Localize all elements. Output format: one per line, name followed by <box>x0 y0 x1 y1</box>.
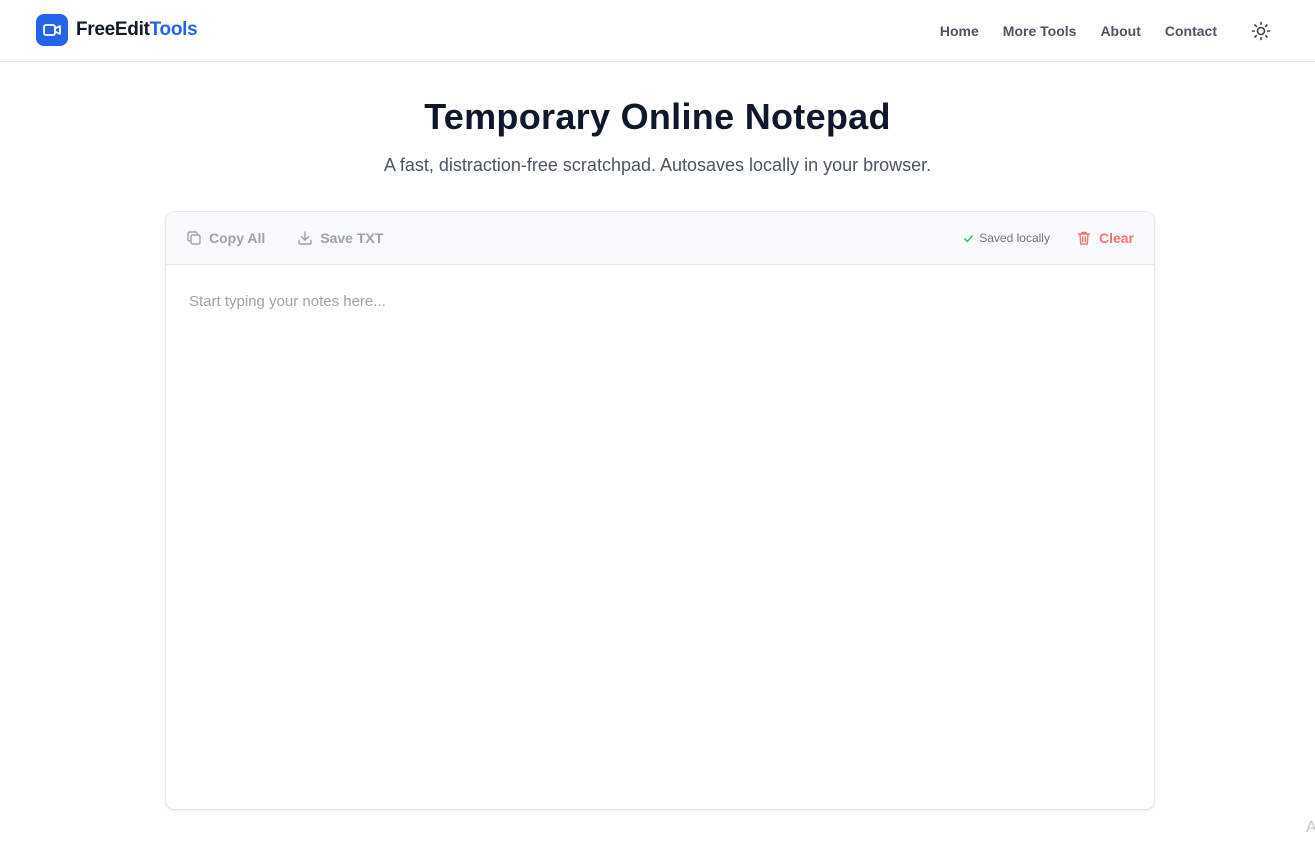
check-icon <box>964 234 974 242</box>
nav-link-home[interactable]: Home <box>940 23 979 39</box>
clear-button[interactable]: Clear <box>1076 230 1134 246</box>
download-icon <box>298 231 312 245</box>
top-navigation: FreeEditTools Home More Tools About Cont… <box>0 0 1315 62</box>
copy-all-button[interactable]: Copy All <box>186 230 265 246</box>
page-title: Temporary Online Notepad <box>424 96 891 137</box>
save-txt-button[interactable]: Save TXT <box>297 230 383 246</box>
theme-toggle-button[interactable] <box>1247 17 1275 45</box>
brand-name: FreeEditTools <box>76 19 198 41</box>
page-subtitle: A fast, distraction-free scratchpad. Aut… <box>383 155 932 175</box>
notes-textarea[interactable] <box>166 265 1154 809</box>
nav-link-more-tools[interactable]: More Tools <box>1003 23 1077 39</box>
brand-link[interactable]: FreeEditTools <box>36 14 198 46</box>
save-status: Saved locally <box>963 231 1050 245</box>
brand-name-part1: FreeEdit <box>76 19 150 40</box>
copy-icon <box>187 231 201 245</box>
notepad-card: Copy All Save TXT Saved locally Clear <box>165 211 1155 810</box>
nav-link-about[interactable]: About <box>1100 23 1140 39</box>
corner-text: A <box>1306 819 1315 836</box>
video-camera-icon <box>36 14 68 46</box>
brand-name-part2: Tools <box>149 19 198 40</box>
save-txt-label: Save TXT <box>320 230 384 246</box>
nav-links: Home More Tools About Contact <box>940 0 1275 62</box>
copy-all-label: Copy All <box>209 230 266 246</box>
sun-icon <box>1251 21 1271 41</box>
nav-link-contact[interactable]: Contact <box>1165 23 1217 39</box>
notepad-toolbar: Copy All Save TXT Saved locally Clear <box>166 212 1154 265</box>
trash-icon <box>1077 231 1091 245</box>
save-status-text: Saved locally <box>979 231 1050 245</box>
clear-label: Clear <box>1098 230 1134 246</box>
